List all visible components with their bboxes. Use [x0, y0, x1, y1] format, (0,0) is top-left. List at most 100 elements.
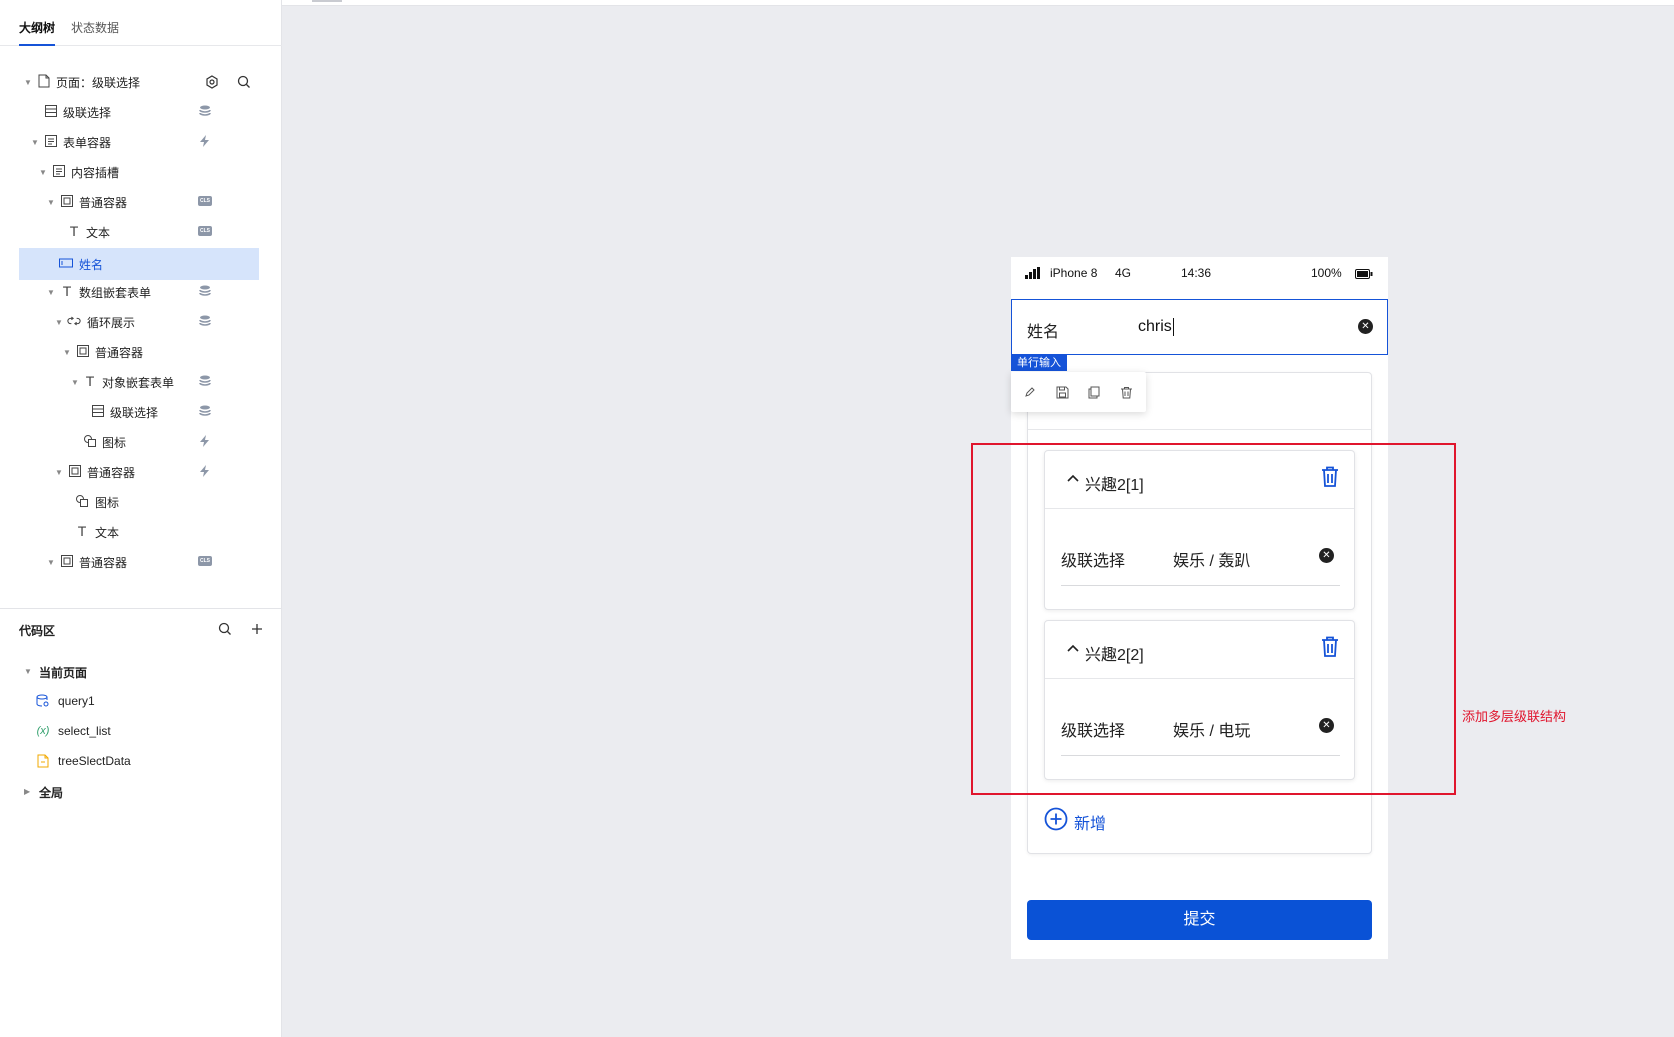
- list-icon: [44, 104, 58, 118]
- expand-caret-icon[interactable]: ▼: [47, 558, 55, 567]
- expand-caret-icon[interactable]: ▼: [55, 318, 63, 327]
- lightning-icon: [198, 135, 212, 147]
- code-group-global[interactable]: ▶ 全局: [0, 776, 282, 806]
- tree-item-cascader[interactable]: 级联选择: [0, 96, 282, 126]
- code-item-label: select_list: [58, 724, 111, 738]
- top-tab-indicator: [312, 0, 342, 2]
- tab-outline-tree[interactable]: 大纲树: [19, 19, 55, 36]
- tree-item-label: 普通容器: [79, 556, 128, 570]
- save-icon[interactable]: [1053, 383, 1071, 401]
- tree-item-label: 文本: [86, 226, 111, 240]
- tree-item-label: 循环展示: [87, 316, 136, 330]
- code-item-tree-data[interactable]: treeSlectData: [0, 746, 282, 776]
- page-icon: [37, 74, 51, 88]
- text-icon: T: [85, 373, 95, 389]
- component-type-tag: 单行输入: [1011, 355, 1067, 371]
- tree-item-array-form[interactable]: ▼ T 数组嵌套表单: [0, 276, 282, 306]
- tree-item-label: 普通容器: [87, 466, 136, 480]
- tree-item-form-container[interactable]: ▼ 表单容器: [0, 126, 282, 156]
- form-icon: [52, 164, 66, 178]
- tree-item-name-input[interactable]: 姓名: [0, 248, 282, 280]
- expand-caret-icon[interactable]: ▼: [24, 667, 32, 676]
- active-tab-underline: [19, 44, 55, 46]
- expand-caret-icon[interactable]: ▼: [47, 198, 55, 207]
- tree-item-loop[interactable]: ▼ 循环展示: [0, 306, 282, 336]
- shapes-icon: [83, 434, 97, 448]
- tab-state-data[interactable]: 状态数据: [71, 19, 119, 36]
- expand-caret-icon[interactable]: ▼: [24, 78, 32, 87]
- database-icon: [198, 285, 212, 297]
- tree-item-label: 级联选择: [110, 406, 159, 420]
- add-icon[interactable]: [250, 622, 266, 638]
- tree-item-text[interactable]: T 文本 CLS: [0, 216, 282, 246]
- tree-item-object-form[interactable]: ▼ T 对象嵌套表单: [0, 366, 282, 396]
- edit-icon[interactable]: [1021, 383, 1039, 401]
- expand-caret-icon[interactable]: ▼: [71, 378, 79, 387]
- container-icon: [60, 194, 74, 208]
- code-item-select-list[interactable]: (x) select_list: [0, 716, 282, 746]
- tree-item-label: 文本: [95, 526, 120, 540]
- time-label: 14:36: [1181, 266, 1212, 280]
- name-field-label: 姓名: [1027, 324, 1060, 341]
- clear-icon[interactable]: ✕: [1358, 319, 1373, 334]
- annotation-text: 添加多层级联结构: [1462, 709, 1567, 724]
- file-icon: [36, 754, 50, 768]
- code-item-label: query1: [58, 694, 95, 708]
- tree-item-label: 姓名: [79, 258, 104, 272]
- code-area-title: 代码区: [19, 624, 56, 638]
- tree-item-container[interactable]: ▼ 普通容器 CLS: [0, 186, 282, 216]
- code-group-current-page[interactable]: ▼ 当前页面: [0, 656, 282, 686]
- tree-item-cascader[interactable]: 级联选择: [0, 396, 282, 426]
- tree-item-icon[interactable]: 图标: [0, 426, 282, 456]
- delete-icon[interactable]: [1117, 383, 1135, 401]
- tree-item-text[interactable]: T 文本: [0, 516, 282, 546]
- database-icon: [198, 375, 212, 387]
- expand-caret-icon[interactable]: ▼: [63, 348, 71, 357]
- name-field[interactable]: 姓名 chris ✕: [1011, 299, 1388, 355]
- code-item-label: treeSlectData: [58, 754, 131, 768]
- text-icon: T: [62, 283, 72, 299]
- copy-icon[interactable]: [1085, 383, 1103, 401]
- search-icon[interactable]: [236, 74, 252, 90]
- cls-badge-icon: CLS: [198, 196, 212, 206]
- card-divider: [1028, 429, 1371, 430]
- text-icon: T: [69, 223, 79, 239]
- tree-item-page[interactable]: ▼ 页面：级联选择: [0, 66, 282, 96]
- search-icon[interactable]: [218, 622, 234, 638]
- signal-icon: [1025, 267, 1041, 282]
- tree-item-content-slot[interactable]: ▼ 内容插槽: [0, 156, 282, 186]
- submit-button[interactable]: 提交: [1027, 900, 1372, 940]
- section-divider: [0, 608, 282, 609]
- tree-item-label: 数组嵌套表单: [79, 286, 152, 300]
- tree-item-container[interactable]: ▼ 普通容器: [0, 456, 282, 486]
- name-field-input[interactable]: chris: [1138, 318, 1174, 336]
- tree-item-label: 级联选择: [63, 106, 112, 120]
- expand-caret-icon[interactable]: ▼: [55, 468, 63, 477]
- expand-caret-icon[interactable]: ▶: [24, 787, 30, 796]
- lightning-icon: [198, 465, 212, 477]
- query-icon: [36, 694, 50, 708]
- list-icon: [91, 404, 105, 418]
- tree-item-label: 页面：级联选择: [56, 76, 141, 90]
- tree-item-container[interactable]: ▼ 普通容器: [0, 336, 282, 366]
- loop-icon: [67, 314, 81, 328]
- tree-item-icon[interactable]: 图标: [0, 486, 282, 516]
- code-item-query1[interactable]: query1: [0, 686, 282, 716]
- tree-item-container[interactable]: ▼ 普通容器 CLS: [0, 546, 282, 576]
- tree-item-label: 图标: [102, 436, 127, 450]
- annotation-highlight-box: [971, 443, 1456, 795]
- tree-item-label: 图标: [95, 496, 120, 510]
- shapes-icon: [75, 494, 89, 508]
- expand-caret-icon[interactable]: ▼: [39, 168, 47, 177]
- cls-badge-icon: CLS: [198, 556, 212, 566]
- name-field-value: chris: [1138, 318, 1172, 336]
- expand-caret-icon[interactable]: ▼: [31, 138, 39, 147]
- add-item-label: 新增: [1074, 816, 1107, 833]
- tree-item-label: 普通容器: [79, 196, 128, 210]
- status-bar: iPhone 8 4G 14:36 100%: [1011, 257, 1388, 299]
- left-panel: 大纲树 状态数据 ▼ 页面：级联选择 级联选择 ▼ 表单容器 ▼ 内容插槽 ▼ …: [0, 0, 282, 1037]
- expand-caret-icon[interactable]: ▼: [47, 288, 55, 297]
- container-icon: [76, 344, 90, 358]
- settings-icon[interactable]: [204, 74, 220, 90]
- code-group-label: 全局: [39, 786, 64, 800]
